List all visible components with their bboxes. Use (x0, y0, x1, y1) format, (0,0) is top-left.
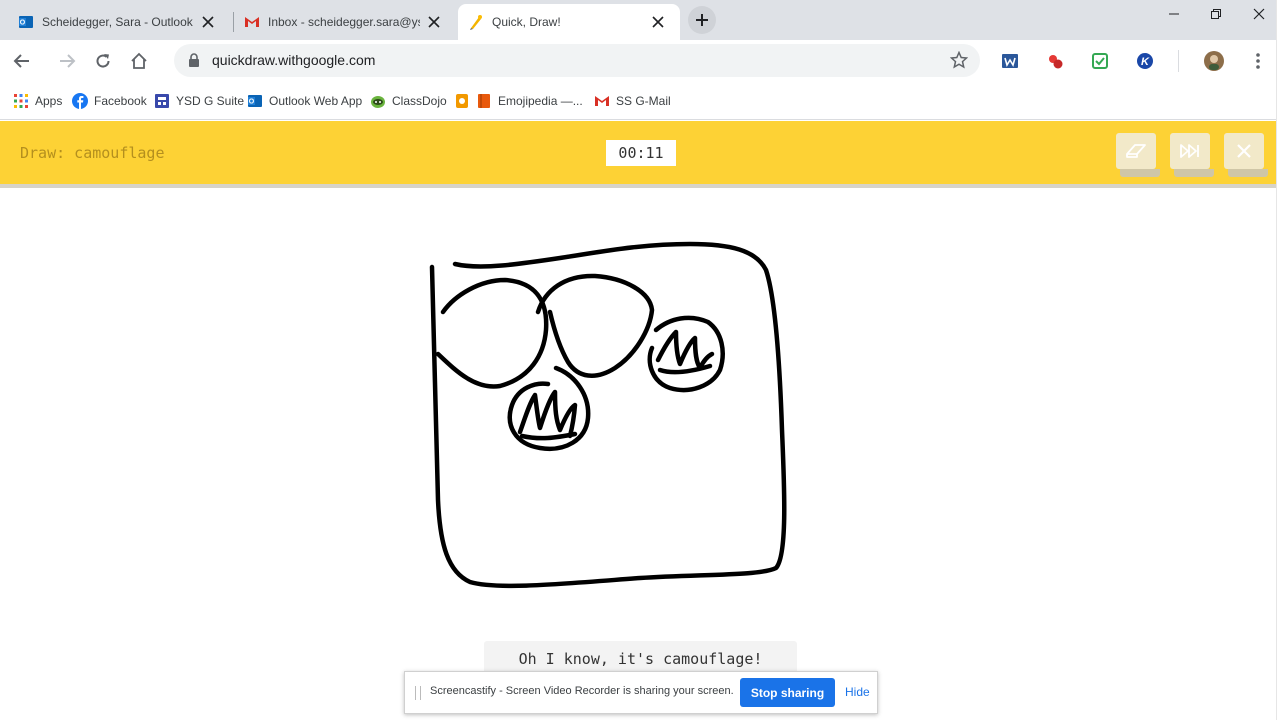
reload-button[interactable] (88, 46, 118, 76)
bookmark-apps[interactable]: Apps (13, 92, 62, 110)
close-tab-icon[interactable] (650, 14, 666, 30)
browser-toolbar: quickdraw.withgoogle.com K (0, 40, 1280, 82)
screen-share-bar: Screencastify - Screen Video Recorder is… (404, 671, 878, 714)
close-tab-icon[interactable] (200, 14, 216, 30)
bookmark-unnamed[interactable] (454, 92, 476, 110)
drag-handle-icon[interactable] (415, 686, 421, 700)
tab-outlook[interactable]: O Scheidegger, Sara - Outlook W (8, 4, 232, 40)
back-button[interactable] (7, 46, 37, 76)
close-icon (1253, 8, 1265, 20)
page-scrollbar[interactable] (1276, 0, 1280, 720)
classdojo-icon (370, 93, 386, 109)
bookmark-classdojo[interactable]: ClassDojo (370, 92, 447, 110)
home-button[interactable] (124, 46, 154, 76)
close-window-button[interactable] (1237, 0, 1280, 28)
tab-title: Scheidegger, Sara - Outlook W (42, 15, 194, 29)
tab-strip: O Scheidegger, Sara - Outlook W Inbox - … (0, 0, 1280, 40)
address-bar[interactable]: quickdraw.withgoogle.com (174, 44, 980, 77)
bookmark-label: Outlook Web App (269, 94, 363, 108)
apps-grid-icon (13, 93, 29, 109)
close-tab-icon[interactable] (426, 14, 442, 30)
minimize-button[interactable] (1152, 0, 1196, 28)
facebook-icon (72, 93, 88, 109)
bookmark-label: ClassDojo (392, 94, 447, 108)
bookmark-emojipedia[interactable]: Emojipedia —... (476, 92, 583, 110)
extension-word-icon[interactable] (999, 50, 1021, 72)
gsuite-icon (154, 93, 170, 109)
extension-green-icon[interactable] (1089, 50, 1111, 72)
timer: 00:11 (606, 140, 676, 166)
bookmark-label: Emojipedia —... (498, 94, 583, 108)
bookmark-icon (454, 93, 470, 109)
home-icon (131, 52, 147, 69)
reload-icon (96, 54, 110, 68)
share-message: Screencastify - Screen Video Recorder is… (430, 685, 734, 697)
skip-button[interactable] (1170, 133, 1214, 177)
minimize-icon (1169, 13, 1179, 15)
close-icon (1237, 144, 1251, 158)
profile-avatar[interactable] (1203, 50, 1225, 72)
emojipedia-icon (476, 93, 492, 109)
svg-text:K: K (1141, 56, 1150, 68)
bookmark-label: YSD G Suite (176, 94, 245, 108)
game-header: Draw: camouflage 00:11 (0, 121, 1276, 184)
outlook-icon: O (247, 93, 263, 109)
bookmark-label: Facebook (94, 94, 147, 108)
back-arrow-icon (13, 54, 29, 68)
extension-screencastify-icon[interactable] (1044, 50, 1066, 72)
restore-button[interactable] (1194, 0, 1238, 28)
skip-forward-icon (1180, 144, 1199, 158)
restore-icon (1211, 9, 1221, 19)
bookmark-label: SS G-Mail (616, 94, 671, 108)
forward-button[interactable] (52, 46, 82, 76)
menu-kebab-icon[interactable] (1247, 50, 1269, 72)
bookmark-ysd-gsuite[interactable]: YSD G Suite (154, 92, 244, 110)
star-bookmark-icon[interactable] (949, 50, 969, 74)
new-tab-button[interactable] (688, 6, 716, 34)
hide-link[interactable]: Hide (845, 685, 870, 699)
bookmark-label: Apps (35, 94, 63, 108)
stop-sharing-button[interactable]: Stop sharing (740, 678, 835, 707)
outlook-icon: O (18, 14, 34, 30)
gmail-icon (594, 93, 610, 109)
eraser-icon (1126, 144, 1146, 158)
toolbar-divider (1178, 50, 1179, 72)
plus-icon (696, 14, 708, 26)
tab-title: Inbox - scheidegger.sara@ysd (268, 15, 420, 29)
clear-button[interactable] (1116, 133, 1160, 177)
tab-gmail[interactable]: Inbox - scheidegger.sara@ysd (234, 4, 456, 40)
bookmark-outlook-web-app[interactable]: O Outlook Web App (247, 92, 362, 110)
extension-k-icon[interactable]: K (1134, 50, 1156, 72)
bookmark-facebook[interactable]: Facebook (72, 92, 147, 110)
gmail-icon (244, 14, 260, 30)
svg-text:O: O (249, 99, 255, 106)
quickdraw-icon (468, 14, 484, 30)
tab-title: Quick, Draw! (492, 15, 561, 29)
exit-button[interactable] (1224, 133, 1268, 177)
lock-icon (188, 53, 200, 72)
draw-prompt: Draw: camouflage (20, 144, 165, 162)
url-text: quickdraw.withgoogle.com (212, 52, 376, 68)
bookmark-ss-gmail[interactable]: SS G-Mail (594, 92, 671, 110)
forward-arrow-icon (60, 54, 76, 68)
svg-text:O: O (20, 20, 26, 27)
bookmarks-bar: Apps Facebook YSD G Suite O Outlook Web … (0, 82, 1280, 120)
tab-quickdraw[interactable]: Quick, Draw! (458, 4, 680, 40)
